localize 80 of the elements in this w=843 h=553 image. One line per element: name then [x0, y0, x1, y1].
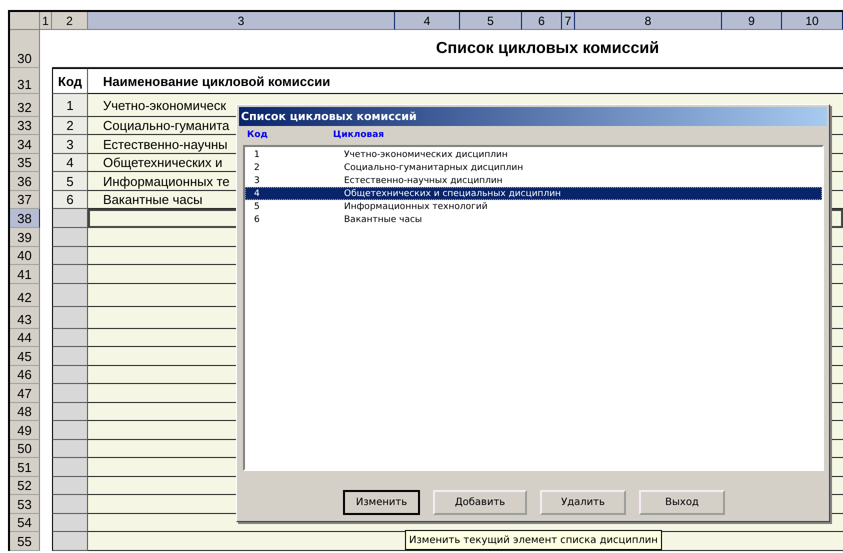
table-cell [52, 347, 88, 366]
column-header[interactable]: 2 [52, 12, 88, 30]
row-number[interactable]: 30 [10, 30, 40, 68]
table-cell [52, 228, 88, 247]
item-code: 5 [253, 202, 261, 212]
item-code: 4 [253, 188, 261, 198]
column-header[interactable]: 8 [575, 12, 722, 30]
row-number[interactable]: 44 [10, 329, 40, 347]
row-number[interactable]: 49 [10, 421, 40, 440]
row-number[interactable]: 31 [10, 68, 40, 94]
row-number[interactable]: 42 [10, 284, 40, 307]
row-number[interactable]: 43 [10, 307, 40, 329]
table-cell [52, 440, 88, 458]
column-header[interactable]: 3 [88, 12, 395, 30]
table-cell [52, 265, 88, 284]
row-number[interactable]: 37 [10, 191, 40, 209]
dialog-button[interactable]: Добавить [433, 490, 527, 514]
dialog-title: Список цикловых комиссий [239, 107, 827, 126]
table-cell: 5 [52, 172, 88, 191]
item-name: Вакантные часы [344, 214, 422, 224]
column-heading: Код [52, 68, 88, 94]
dialog-button[interactable]: Изменить [343, 490, 420, 514]
tooltip: Изменить текущий элемент списка дисциплин [405, 530, 662, 550]
row-number[interactable]: 32 [10, 94, 40, 117]
item-name: Естественно-научных дисциплин [344, 176, 503, 186]
table-cell: 3 [52, 135, 88, 154]
table-cell [52, 495, 88, 514]
table-cell [52, 329, 88, 347]
column-header[interactable]: 10 [782, 12, 843, 30]
column-heading: Наименование цикловой комиссии [88, 68, 843, 94]
table-cell [52, 514, 88, 532]
row-number[interactable]: 45 [10, 347, 40, 366]
row-number[interactable]: 51 [10, 458, 40, 477]
row-number[interactable]: 47 [10, 384, 40, 403]
table-cell [52, 384, 88, 403]
table-cell [52, 458, 88, 477]
row-number[interactable]: 46 [10, 366, 40, 384]
table-cell [52, 532, 88, 551]
table-cell: 6 [52, 191, 88, 209]
column-header[interactable]: 4 [395, 12, 460, 30]
row-number[interactable]: 33 [10, 117, 40, 135]
row-number[interactable]: 38 [10, 209, 40, 228]
row-number[interactable]: 36 [10, 172, 40, 191]
dialog-button[interactable]: Выход [639, 490, 725, 514]
column-header[interactable]: 5 [460, 12, 522, 30]
column-header[interactable]: 7 [562, 12, 575, 30]
list-row[interactable]: 4 Общетехнических и специальных дисциплин [245, 187, 822, 200]
table-cell [52, 421, 88, 440]
item-code: 6 [253, 214, 261, 224]
column-header[interactable]: 9 [722, 12, 782, 30]
row-number[interactable]: 50 [10, 440, 40, 458]
table-cell [52, 284, 88, 307]
item-code: 3 [253, 176, 261, 186]
column-header[interactable]: 1 [40, 12, 52, 30]
item-code: 2 [253, 162, 261, 172]
table-cell: 1 [52, 94, 88, 117]
dialog-button[interactable]: Удалить [540, 490, 626, 514]
table-cell [52, 403, 88, 421]
item-name: Социально-гуманитарных дисциплин [344, 162, 524, 172]
table-cell [52, 209, 88, 228]
row-number[interactable]: 48 [10, 403, 40, 421]
row-number[interactable]: 35 [10, 154, 40, 172]
row-number[interactable]: 52 [10, 477, 40, 495]
row-number[interactable]: 39 [10, 228, 40, 247]
table-cell [52, 247, 88, 265]
item-name: Общетехнических и специальных дисциплин [344, 188, 561, 198]
row-number[interactable]: 53 [10, 495, 40, 514]
column-header[interactable]: 6 [522, 12, 562, 30]
table-cell: 4 [52, 154, 88, 172]
row-number[interactable]: 55 [10, 532, 40, 551]
select-all-corner[interactable] [10, 12, 40, 30]
table-cell: 2 [52, 117, 88, 135]
table-cell [52, 477, 88, 495]
row-number[interactable]: 41 [10, 265, 40, 284]
item-name: Информационных технологий [344, 202, 488, 212]
row-number[interactable]: 34 [10, 135, 40, 154]
table-cell [52, 366, 88, 384]
table-cell [52, 307, 88, 329]
row-number[interactable]: 54 [10, 514, 40, 532]
row-number[interactable]: 40 [10, 247, 40, 265]
